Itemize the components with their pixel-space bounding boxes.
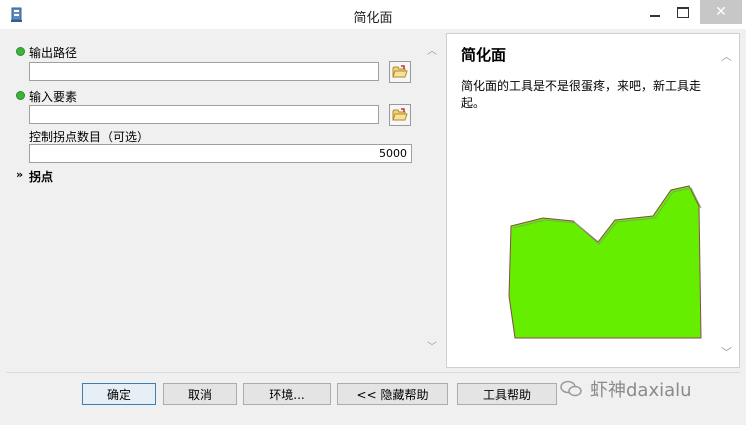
section-header[interactable]: 拐点 — [29, 168, 53, 185]
tool-dialog: 简化面 ✕ 输出路径 输入要素 控制拐点数目（可选） 5000 » 拐点 ︿ ﹀… — [0, 0, 746, 425]
title-bar: 简化面 ✕ — [0, 0, 746, 29]
help-pane: 简化面 简化面的工具是不是很蛋疼，来吧，新工具走起。 ︿ ﹀ — [446, 33, 740, 368]
environments-button[interactable]: 环境... — [243, 383, 331, 405]
help-scroll-down-icon[interactable]: ﹀ — [721, 344, 732, 360]
max-vertices-input[interactable] — [29, 144, 412, 163]
tool-help-button[interactable]: 工具帮助 — [457, 383, 557, 405]
expand-chevron-icon[interactable]: » — [16, 168, 23, 181]
close-icon: ✕ — [715, 4, 727, 20]
max-vertices-label: 控制拐点数目（可选） — [29, 130, 150, 144]
close-button[interactable]: ✕ — [700, 0, 742, 24]
maximize-button[interactable] — [668, 0, 698, 24]
output-path-input[interactable] — [29, 62, 379, 81]
maximize-icon — [677, 6, 689, 18]
scroll-up-icon[interactable]: ︿ — [426, 46, 438, 58]
required-indicator-icon — [16, 91, 25, 100]
minimize-button[interactable] — [640, 0, 670, 24]
minimize-icon — [650, 15, 660, 17]
output-path-browse-button[interactable] — [389, 61, 411, 83]
required-indicator-icon — [16, 47, 25, 56]
wechat-icon — [560, 380, 582, 397]
input-features-browse-button[interactable] — [389, 104, 411, 126]
window-title: 简化面 — [353, 11, 393, 26]
ok-button[interactable]: 确定 — [82, 383, 156, 405]
watermark-text: 虾神daxialu — [590, 380, 692, 401]
scroll-down-icon[interactable]: ﹀ — [426, 342, 438, 354]
output-path-label: 输出路径 — [29, 46, 78, 60]
simplify-polygon-illustration — [508, 185, 702, 339]
help-scroll-up-icon[interactable]: ︿ — [721, 48, 732, 64]
divider — [6, 372, 740, 373]
cancel-button[interactable]: 取消 — [163, 383, 237, 405]
watermark: 虾神daxialu — [560, 376, 692, 402]
input-features-input[interactable] — [29, 105, 379, 124]
help-title: 简化面 — [461, 46, 507, 64]
help-description: 简化面的工具是不是很蛋疼，来吧，新工具走起。 — [461, 79, 702, 110]
input-features-label: 输入要素 — [29, 90, 78, 104]
hide-help-button[interactable]: << 隐藏帮助 — [337, 383, 448, 405]
parameters-scrollbar[interactable]: ︿ ﹀ — [424, 34, 440, 368]
open-folder-icon — [392, 108, 408, 121]
open-folder-icon — [392, 65, 408, 78]
parameters-pane: 输出路径 输入要素 控制拐点数目（可选） » 拐点 — [6, 34, 442, 368]
